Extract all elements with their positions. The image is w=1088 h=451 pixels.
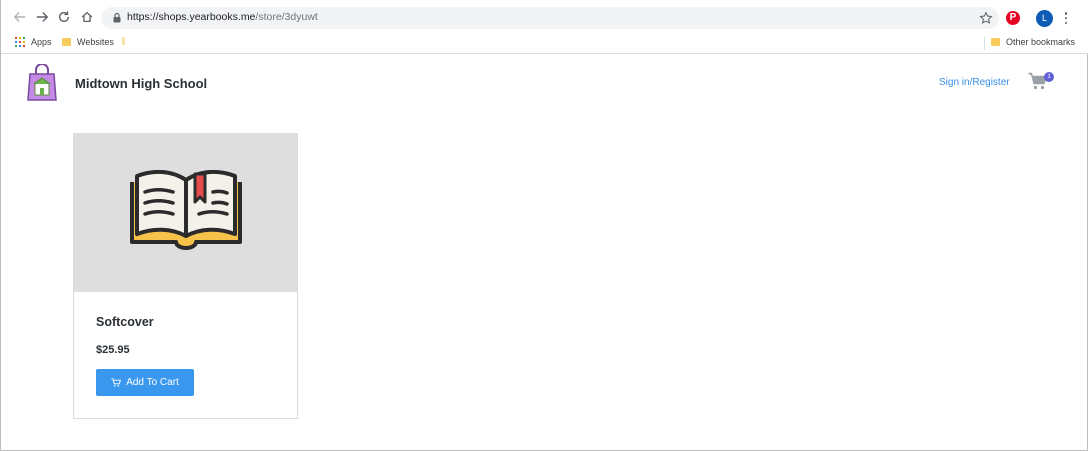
url-text: https://shops.yearbooks.me/store/3dyuwt: [127, 11, 318, 23]
browser-toolbar: https://shops.yearbooks.me/store/3dyuwt …: [1, 0, 1088, 34]
open-book-icon: [130, 170, 242, 250]
reload-icon[interactable]: [56, 9, 72, 25]
signin-register-link[interactable]: Sign in/Register: [939, 77, 1010, 88]
cart-count-badge: 1: [1044, 72, 1054, 82]
home-icon[interactable]: [79, 9, 95, 25]
product-price: $25.95: [96, 344, 130, 356]
bookmark-websites-label: Websites: [77, 37, 114, 47]
browser-window: https://shops.yearbooks.me/store/3dyuwt …: [0, 0, 1088, 451]
bookmarks-separator: [984, 37, 985, 50]
back-icon[interactable]: [12, 9, 28, 25]
pinterest-extension-icon[interactable]: P: [1006, 11, 1020, 25]
lock-icon: [113, 12, 121, 23]
bookmark-other[interactable]: Other bookmarks: [991, 37, 1075, 47]
add-to-cart-button[interactable]: Add To Cart: [96, 369, 194, 396]
product-image[interactable]: [74, 134, 297, 292]
folder-icon: [62, 38, 71, 46]
store-bag-logo[interactable]: [26, 64, 58, 102]
product-card[interactable]: Softcover $25.95 Add To Cart: [73, 133, 298, 419]
add-to-cart-label: Add To Cart: [126, 377, 179, 388]
bookmark-star-icon[interactable]: [979, 11, 993, 25]
bookmark-other-label: Other bookmarks: [1006, 37, 1076, 47]
bookmark-page-icon: [122, 37, 125, 45]
bookmark-websites[interactable]: Websites: [62, 37, 114, 47]
url-path: /store/3dyuwt: [255, 11, 318, 23]
browser-menu-icon[interactable]: [1062, 11, 1070, 25]
bookmark-apps[interactable]: Apps: [15, 37, 52, 47]
bookmarks-bar: Apps Websites Other bookmarks: [1, 34, 1088, 54]
profile-avatar[interactable]: L: [1036, 10, 1053, 27]
bookmark-apps-label: Apps: [31, 37, 52, 47]
folder-icon: [991, 38, 1000, 46]
product-name[interactable]: Softcover: [96, 315, 154, 329]
school-name: Midtown High School: [75, 76, 208, 91]
address-bar[interactable]: https://shops.yearbooks.me/store/3dyuwt: [101, 7, 999, 29]
forward-icon[interactable]: [34, 9, 50, 25]
cart-icon: [111, 378, 122, 387]
apps-grid-icon: [15, 37, 25, 47]
url-host: https://shops.yearbooks.me: [127, 11, 256, 23]
bookmark-unnamed[interactable]: [122, 37, 125, 45]
